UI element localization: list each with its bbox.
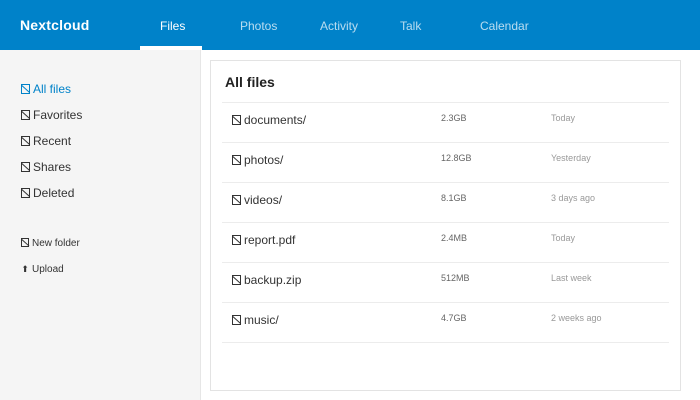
file-modified: 3 days ago [551,193,596,203]
page-title: All files [225,74,275,90]
file-name-text: photos/ [244,153,284,167]
file-name-text: backup.zip [244,273,302,287]
sidebar-item-recent[interactable]: Recent [21,134,71,148]
file-name-text: music/ [244,313,279,327]
folder-icon [232,115,241,125]
sidebar-item-label: Favorites [33,108,83,122]
file-size: 2.4MB [441,233,468,243]
file-icon [232,235,241,245]
file-row[interactable]: videos/ 8.1GB 3 days ago [222,183,669,223]
file-size: 4.7GB [441,313,467,323]
new-folder-label: New folder [32,238,80,249]
nav-activity[interactable]: Activity [320,19,358,33]
folder-icon [232,155,241,165]
folder-icon [21,84,30,94]
sidebar: All files Favorites Recent Shares Delete… [0,50,201,400]
file-modified: Last week [551,273,592,283]
sidebar-item-favorites[interactable]: Favorites [21,108,82,122]
file-modified: Today [551,233,576,243]
file-modified: Today [551,113,576,123]
file-name-text: videos/ [244,193,283,207]
file-name[interactable]: documents/ [232,113,306,127]
sidebar-item-label: Recent [33,134,72,148]
sidebar-item-label: Deleted [33,186,75,200]
sidebar-item-label: All files [33,82,72,96]
file-icon [232,275,241,285]
folder-icon [232,315,241,325]
file-name[interactable]: report.pdf [232,233,295,247]
file-size: 512MB [441,273,470,283]
nav-talk[interactable]: Talk [400,19,421,33]
sidebar-item-shares[interactable]: Shares [21,160,71,174]
file-row[interactable]: music/ 4.7GB 2 weeks ago [222,303,669,343]
sidebar-item-label: Shares [33,160,72,174]
file-row[interactable]: documents/ 2.3GB Today [222,103,669,143]
file-row[interactable]: report.pdf 2.4MB Today [222,223,669,263]
upload-arrow-icon: ⬆ [21,264,29,274]
top-bar: Nextcloud Files Photos Activity Talk Cal… [0,0,700,50]
new-folder-button[interactable]: New folder [21,238,80,249]
sidebar-item-deleted[interactable]: Deleted [21,186,74,200]
file-row[interactable]: photos/ 12.8GB Yesterday [222,143,669,183]
file-row[interactable]: backup.zip 512MB Last week [222,263,669,303]
files-panel: All files documents/ 2.3GB Today photos/… [210,60,681,391]
new-folder-icon [21,238,29,247]
folder-icon [232,195,241,205]
file-modified: Yesterday [551,153,591,163]
app-logo[interactable]: Nextcloud [20,17,89,33]
sidebar-item-all-files[interactable]: All files [21,82,71,96]
nav-calendar[interactable]: Calendar [480,19,529,33]
file-size: 2.3GB [441,113,467,123]
trash-icon [21,188,30,198]
file-name-text: documents/ [244,113,307,127]
file-name[interactable]: videos/ [232,193,282,207]
file-name-text: report.pdf [244,233,296,247]
share-icon [21,162,30,172]
nav-photos[interactable]: Photos [240,19,277,33]
file-name[interactable]: backup.zip [232,273,301,287]
file-size: 8.1GB [441,193,467,203]
nav-files[interactable]: Files [160,19,185,33]
file-name[interactable]: music/ [232,313,279,327]
upload-label: Upload [32,264,64,275]
file-size: 12.8GB [441,153,472,163]
star-icon [21,110,30,120]
upload-button[interactable]: ⬆ Upload [21,264,64,275]
file-name[interactable]: photos/ [232,153,283,167]
file-modified: 2 weeks ago [551,313,602,323]
clock-icon [21,136,30,146]
